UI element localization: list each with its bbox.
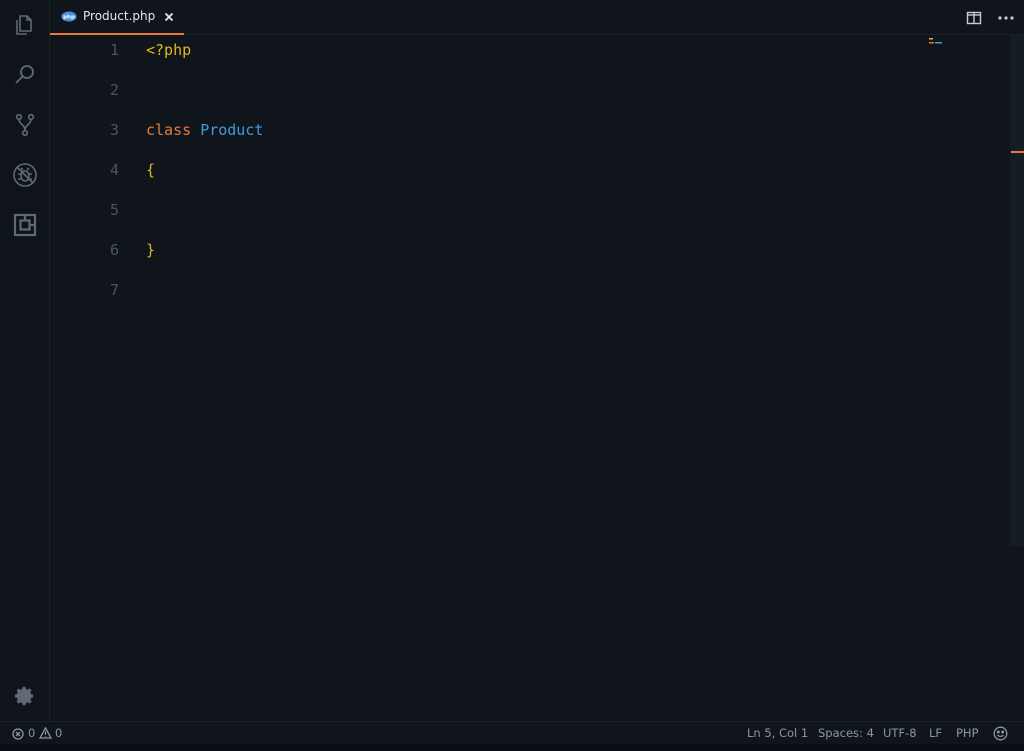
code-editor[interactable]: 1 <?php 2 3 class Product 4{5 6} 7 (50, 35, 1024, 721)
line-code: } (146, 235, 155, 265)
encoding-setting[interactable]: UTF-8 (883, 726, 917, 740)
code-line[interactable]: 2 (50, 75, 1010, 115)
debug-icon[interactable] (0, 150, 50, 200)
cursor-position-marker (1011, 151, 1024, 153)
more-actions-icon[interactable] (996, 10, 1016, 26)
code-line[interactable]: 4{ (50, 155, 1010, 195)
code-line[interactable]: 5 (50, 195, 1010, 235)
code-line[interactable]: 3 class Product (50, 115, 1010, 155)
line-code: <?php (146, 35, 191, 65)
tab-label: Product.php (83, 9, 156, 23)
error-icon[interactable] (12, 728, 24, 740)
warning-count[interactable]: 0 (55, 726, 62, 740)
svg-text:php: php (63, 15, 75, 21)
warning-icon[interactable] (39, 727, 52, 739)
code-line[interactable]: 7 (50, 275, 1010, 315)
code-line[interactable]: 6} (50, 235, 1010, 275)
minimap[interactable] (929, 38, 943, 46)
split-editor-icon[interactable] (966, 10, 982, 26)
scrollbar-thumb[interactable] (1010, 35, 1024, 546)
code-token: class (146, 121, 192, 139)
tab-product-php[interactable]: php Product.php (50, 0, 184, 35)
php-file-icon: php (61, 11, 77, 22)
search-icon[interactable] (0, 50, 50, 100)
bottom-edge (0, 744, 1024, 751)
tab-bar: php Product.php (50, 0, 1024, 35)
cursor-position[interactable]: Ln 5, Col 1 (747, 726, 808, 740)
line-number: 6 (109, 241, 119, 259)
line-number: 3 (109, 121, 119, 139)
close-icon[interactable] (162, 10, 176, 24)
eol-setting[interactable]: LF (929, 726, 942, 740)
error-count[interactable]: 0 (28, 726, 35, 740)
gear-icon[interactable] (0, 671, 50, 721)
explorer-icon[interactable] (0, 0, 50, 50)
line-code: { (146, 155, 155, 185)
extensions-icon[interactable] (0, 200, 50, 250)
editor-window: php Product.php 1 <?php 2 3 class Product 4{5… (0, 0, 1024, 751)
vertical-scrollbar[interactable] (1010, 35, 1024, 721)
line-number: 4 (109, 161, 119, 179)
line-number: 5 (109, 201, 119, 219)
line-code: class Product (146, 115, 263, 145)
code-token: Product (200, 121, 264, 139)
code-line[interactable]: 1 <?php (50, 35, 1010, 75)
language-mode[interactable]: PHP (956, 726, 979, 740)
line-number: 2 (109, 81, 119, 99)
source-control-icon[interactable] (0, 100, 50, 150)
code-token: } (146, 241, 156, 259)
feedback-smiley-icon[interactable] (993, 726, 1008, 741)
indentation-setting[interactable]: Spaces: 4 (818, 726, 874, 740)
activity-bar (0, 0, 50, 721)
code-token: <?php (146, 41, 192, 59)
status-bar: 0 0 Ln 5, Col 1 Spaces: 4 UTF-8 LF PHP (0, 721, 1024, 744)
code-token: { (146, 161, 156, 179)
line-number: 1 (109, 41, 119, 59)
line-number: 7 (109, 281, 119, 299)
